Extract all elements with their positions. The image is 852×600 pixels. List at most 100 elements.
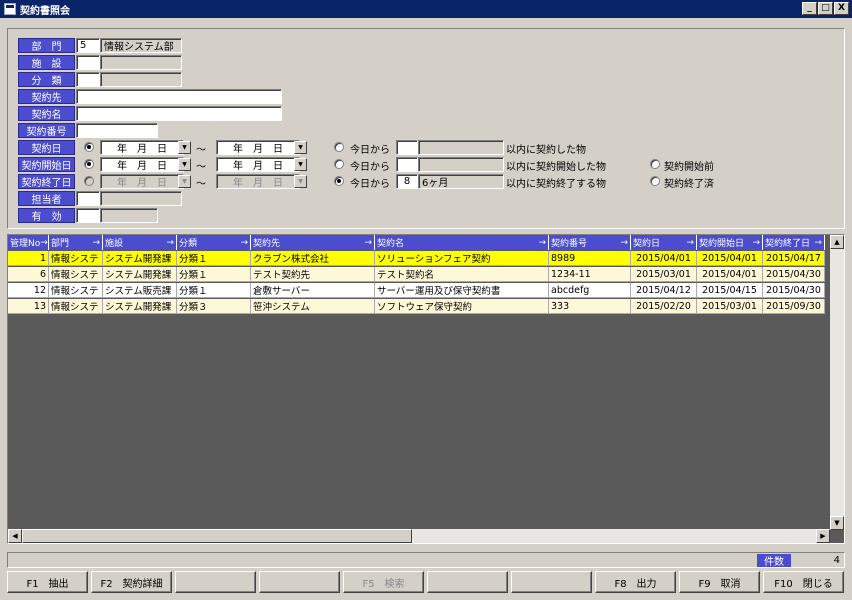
column-header[interactable]: 契約日 → [631,235,697,250]
contract-no-label: 契約番号 [18,123,75,138]
function-key-button[interactable]: F1 抽出 [7,571,88,593]
function-key-button[interactable] [175,571,256,593]
function-key-button[interactable] [259,571,340,593]
close-button[interactable]: X [834,2,849,15]
minimize-button[interactable]: _ [802,2,817,15]
table-cell: 2015/02/20 [631,299,697,314]
start-date-from[interactable]: 年 月 日 [100,157,184,172]
table-cell: 2015/04/01 [631,251,697,266]
column-header[interactable]: 契約先 → [251,235,375,250]
column-header[interactable]: 契約終了日 → [763,235,825,250]
window-title: 契約書照会 [20,5,70,17]
scroll-right-icon[interactable]: ▶ [816,529,830,543]
function-key-button[interactable]: F9 取消 [679,571,760,593]
table-cell: 情報システ [49,251,103,266]
table-row[interactable]: 1 情報システ システム開発課 分類１ クラブン株式会社 ソリューションフェア契約 8989… [8,251,825,266]
column-header-label: 契約日 [633,239,661,249]
vendor-input[interactable] [76,89,282,104]
dropdown-arrow-icon[interactable]: ▼ [294,141,307,154]
table-cell: 笹沖システム [251,299,375,314]
table-cell: 1 [8,251,49,266]
valid-code-input[interactable] [76,208,100,223]
table-cell: 倉敷サーバー [251,283,375,298]
column-header[interactable]: 契約名 → [375,235,549,250]
scroll-left-icon[interactable]: ◀ [8,529,22,543]
end-date-today-radio[interactable] [334,176,344,186]
column-header[interactable]: 契約番号 → [549,235,631,250]
table-row[interactable]: 6 情報システ システム開発課 分類１ テスト契約先 テスト契約名 1234-11 2015/… [8,267,825,282]
function-key-button[interactable] [511,571,592,593]
scroll-down-icon[interactable]: ▼ [830,516,844,530]
dept-code-input[interactable]: 5 [76,38,100,53]
contract-date-to[interactable]: 年 月 日 [216,140,300,155]
contract-months-input[interactable] [396,140,418,155]
contract-no-input[interactable] [76,123,158,138]
ended-radio[interactable] [650,176,660,186]
dropdown-arrow-icon[interactable]: ▼ [178,141,191,154]
start-months-input[interactable] [396,157,418,172]
scroll-up-icon[interactable]: ▲ [830,235,844,249]
category-label: 分 類 [18,72,75,87]
function-key-button[interactable]: F8 出力 [595,571,676,593]
table-cell: 2015/04/12 [631,283,697,298]
start-date-to[interactable]: 年 月 日 [216,157,300,172]
sort-arrow-icon: → [40,237,48,248]
sort-arrow-icon: → [620,237,628,248]
table-cell: 分類１ [177,283,251,298]
column-header[interactable]: 分類 → [177,235,251,250]
count-label: 件数 [757,554,791,568]
today-from-text: 今日から [350,145,390,156]
contract-date-from[interactable]: 年 月 日 [100,140,184,155]
dropdown-arrow-icon[interactable]: ▼ [294,158,307,171]
end-months-input[interactable]: 8 [396,174,418,189]
column-header[interactable]: 施設 → [103,235,177,250]
function-key-button[interactable]: F10 閉じる [763,571,844,593]
dropdown-arrow-icon[interactable]: ▼ [178,175,191,188]
person-code-input[interactable] [76,191,100,206]
column-header[interactable]: 管理No → [8,235,49,250]
end-months-unit: 6ヶ月 [418,174,504,189]
column-header[interactable]: 部門 → [49,235,103,250]
start-date-range-radio[interactable] [84,159,94,169]
category-code-input[interactable] [76,72,100,87]
start-date-today-radio[interactable] [334,159,344,169]
column-header-label: 部門 [51,239,70,249]
dropdown-arrow-icon[interactable]: ▼ [294,175,307,188]
search-panel: 部 門 5 情報システム部 施 設 分 類 契約先 契約名 契約番号 契約日 年… [7,28,845,229]
facility-code-input[interactable] [76,55,100,70]
horizontal-scroll-thumb[interactable] [22,529,412,543]
before-start-text: 契約開始前 [664,162,714,173]
before-start-radio[interactable] [650,159,660,169]
contract-name-input[interactable] [76,106,282,121]
horizontal-scrollbar[interactable]: ◀ ▶ [8,529,830,543]
vertical-scrollbar[interactable]: ▲ ▼ [830,235,844,530]
table-cell: 2015/09/30 [763,299,825,314]
vendor-label: 契約先 [18,89,75,104]
count-value: 4 [833,555,840,566]
table-cell: 分類３ [177,299,251,314]
function-key-button[interactable] [427,571,508,593]
table-row[interactable]: 12 情報システ システム販売課 分類１ 倉敷サーバー サーバー運用及び保守契約書 abcd… [8,283,825,298]
facility-name-field [100,55,182,70]
end-date-from[interactable]: 年 月 日 [100,174,184,189]
function-key-button[interactable]: F2 契約詳細 [91,571,172,593]
table-row[interactable]: 13 情報システ システム開発課 分類３ 笹沖システム ソフトウェア保守契約 333 2015… [8,299,825,314]
table-cell: 情報システ [49,299,103,314]
contract-date-range-radio[interactable] [84,142,94,152]
table-cell: 情報システ [49,267,103,282]
end-date-to[interactable]: 年 月 日 [216,174,300,189]
end-date-range-radio[interactable] [84,176,94,186]
sort-arrow-icon: → [166,237,174,248]
column-header[interactable]: 契約開始日 → [697,235,763,250]
maximize-button[interactable]: □ [818,2,833,15]
table-cell: 2015/03/01 [631,267,697,282]
table-cell: 8989 [549,251,631,266]
table-cell: システム開発課 [103,251,177,266]
contract-date-today-radio[interactable] [334,142,344,152]
function-key-button[interactable]: F5 検索 [343,571,424,593]
sort-arrow-icon: → [686,237,694,248]
contract-name-label: 契約名 [18,106,75,121]
dropdown-arrow-icon[interactable]: ▼ [178,158,191,171]
app-icon [4,3,16,15]
window-controls: _ □ X [802,2,849,15]
